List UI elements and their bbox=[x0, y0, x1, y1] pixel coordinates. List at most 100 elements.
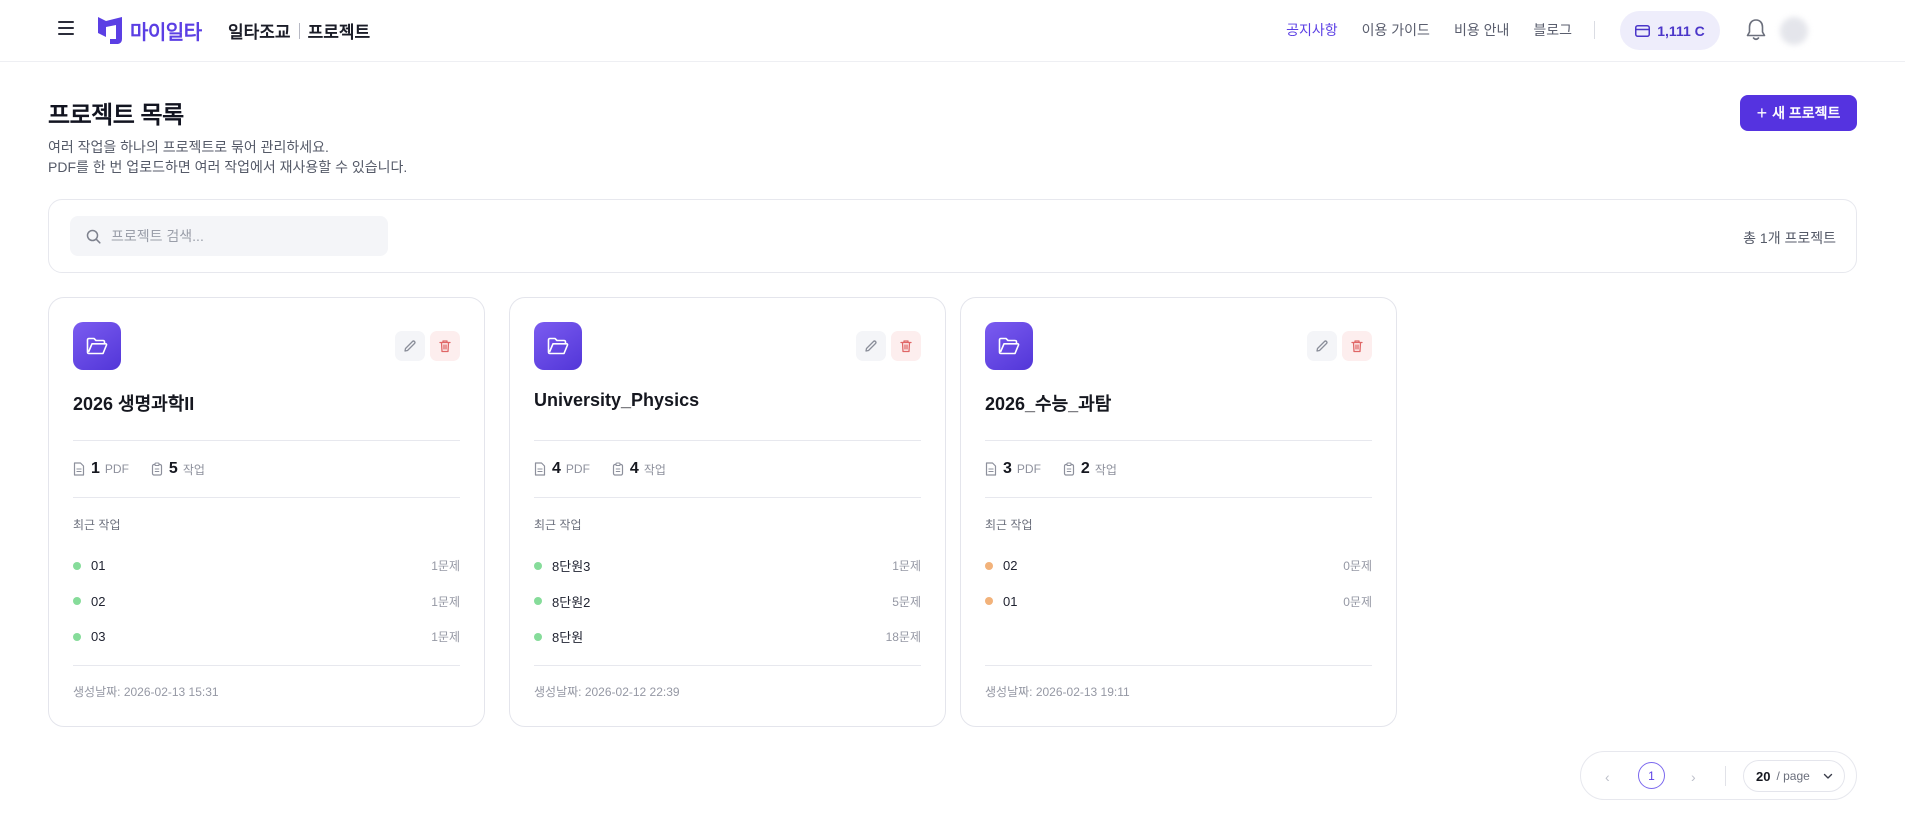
project-stats: 4 PDF 4 작업 bbox=[534, 460, 688, 478]
recent-task-row[interactable]: 8단원 18문제 bbox=[534, 619, 921, 655]
project-total: 총 1개 프로젝트 bbox=[1743, 230, 1836, 246]
recent-task-row[interactable]: 02 0문제 bbox=[985, 548, 1372, 584]
nav-guide[interactable]: 이용 가이드 bbox=[1362, 20, 1430, 40]
document-icon bbox=[73, 462, 85, 476]
recent-task-row[interactable]: 8단원2 5문제 bbox=[534, 584, 921, 620]
task-count: 2 bbox=[1080, 460, 1090, 477]
hamburger-icon[interactable] bbox=[58, 21, 74, 35]
recent-tasks-label: 최근 작업 bbox=[73, 518, 121, 532]
created-date: 생성날짜: 2026-02-13 19:11 bbox=[985, 685, 1130, 699]
avatar bbox=[1780, 17, 1808, 45]
task-question-count: 0문제 bbox=[1343, 559, 1372, 574]
project-stats: 1 PDF 5 작업 bbox=[73, 460, 227, 478]
pdf-count: 3 bbox=[1003, 460, 1012, 477]
description-line: PDF를 한 번 업로드하면 여러 작업에서 재사용할 수 있습니다. bbox=[48, 159, 408, 175]
recent-task-row[interactable]: 03 1문제 bbox=[73, 619, 460, 655]
task-question-count: 1문제 bbox=[431, 559, 460, 574]
project-card[interactable]: University_Physics 4 PDF 4 작업 최근 작업 8단원3… bbox=[509, 297, 946, 727]
page-size-value: 20 bbox=[1756, 768, 1771, 784]
divider bbox=[985, 440, 1372, 441]
recent-tasks-list: 02 0문제 01 0문제 bbox=[985, 548, 1372, 619]
folder-open-icon bbox=[534, 322, 582, 370]
created-date: 생성날짜: 2026-02-12 22:39 bbox=[534, 685, 680, 699]
divider bbox=[534, 497, 921, 498]
task-label: 작업 bbox=[643, 462, 666, 477]
pagination: ‹ 1 › 20 / page bbox=[1580, 751, 1857, 800]
card-icon bbox=[1635, 24, 1651, 37]
divider bbox=[534, 440, 921, 441]
breadcrumb-app[interactable]: 일타조교 bbox=[228, 18, 291, 43]
divider bbox=[73, 440, 460, 441]
divider bbox=[73, 497, 460, 498]
task-name: 8단원3 bbox=[552, 559, 591, 575]
trash-icon bbox=[1351, 340, 1363, 353]
recent-task-row[interactable]: 8단원3 1문제 bbox=[534, 548, 921, 584]
logo-mark-icon bbox=[98, 17, 122, 44]
created-date: 생성날짜: 2026-02-13 15:31 bbox=[73, 685, 219, 699]
task-name: 02 bbox=[91, 593, 106, 609]
task-name: 01 bbox=[91, 558, 106, 574]
next-page-icon[interactable]: › bbox=[1691, 769, 1696, 785]
recent-task-row[interactable]: 02 1문제 bbox=[73, 584, 460, 620]
task-name: 8단원2 bbox=[552, 594, 591, 610]
project-card[interactable]: 2026 생명과학II 1 PDF 5 작업 최근 작업 01 1문제 02 1… bbox=[48, 297, 485, 727]
search-panel: 총 1개 프로젝트 bbox=[48, 199, 1857, 273]
nav-notice[interactable]: 공지사항 bbox=[1286, 20, 1338, 40]
task-question-count: 1문제 bbox=[892, 559, 921, 574]
bell-icon[interactable] bbox=[1745, 18, 1767, 47]
project-title: 2026_수능_과탐 bbox=[985, 394, 1112, 414]
delete-button[interactable] bbox=[1342, 331, 1372, 361]
task-label: 작업 bbox=[1094, 462, 1117, 477]
pdf-stat: 1 PDF bbox=[73, 460, 129, 478]
recent-task-row[interactable]: 01 0문제 bbox=[985, 584, 1372, 620]
top-nav: 공지사항 이용 가이드 비용 안내 블로그 bbox=[1286, 20, 1572, 40]
nav-divider bbox=[1594, 21, 1595, 39]
task-name: 03 bbox=[91, 629, 106, 645]
breadcrumb-page: 프로젝트 bbox=[307, 23, 371, 42]
pencil-icon bbox=[1316, 340, 1328, 352]
edit-button[interactable] bbox=[395, 331, 425, 361]
task-question-count: 1문제 bbox=[431, 594, 460, 609]
status-dot bbox=[73, 632, 81, 641]
divider bbox=[985, 497, 1372, 498]
divider bbox=[985, 665, 1372, 666]
credit-amount: 1,111 C bbox=[1657, 22, 1705, 39]
user-profile[interactable] bbox=[1780, 14, 1854, 48]
clipboard-icon bbox=[151, 462, 163, 476]
pdf-label: PDF bbox=[104, 462, 129, 476]
search-input[interactable] bbox=[111, 228, 371, 244]
pagination-divider bbox=[1725, 766, 1726, 786]
nav-pricing[interactable]: 비용 안내 bbox=[1454, 20, 1509, 40]
page-button[interactable]: 1 bbox=[1638, 762, 1665, 789]
recent-tasks-label: 최근 작업 bbox=[534, 518, 582, 532]
pencil-icon bbox=[865, 340, 877, 352]
nav-blog[interactable]: 블로그 bbox=[1533, 20, 1572, 40]
top-header: 마이일타 일타조교 프로젝트 공지사항 이용 가이드 비용 안내 블로그 1,1… bbox=[0, 0, 1905, 62]
pdf-count: 4 bbox=[552, 460, 561, 477]
pdf-label: PDF bbox=[1016, 462, 1041, 476]
credit-badge[interactable]: 1,111 C bbox=[1620, 11, 1720, 50]
project-title: 2026 생명과학II bbox=[73, 394, 195, 414]
edit-button[interactable] bbox=[1307, 331, 1337, 361]
page-size-suffix: / page bbox=[1776, 769, 1810, 783]
pdf-stat: 3 PDF bbox=[985, 460, 1041, 478]
logo[interactable]: 마이일타 bbox=[96, 15, 202, 45]
divider bbox=[534, 665, 921, 666]
delete-button[interactable] bbox=[891, 331, 921, 361]
task-question-count: 1문제 bbox=[431, 630, 460, 645]
page-size-select[interactable]: 20 / page bbox=[1743, 760, 1845, 792]
search-box[interactable] bbox=[70, 216, 388, 256]
status-dot bbox=[534, 632, 542, 641]
folder-open-icon bbox=[73, 322, 121, 370]
pdf-stat: 4 PDF bbox=[534, 460, 590, 478]
pdf-count: 1 bbox=[91, 460, 100, 477]
recent-task-row[interactable]: 01 1문제 bbox=[73, 548, 460, 584]
edit-button[interactable] bbox=[856, 331, 886, 361]
prev-page-icon[interactable]: ‹ bbox=[1605, 769, 1610, 785]
new-project-button[interactable]: + 새 프로젝트 bbox=[1740, 95, 1857, 131]
delete-button[interactable] bbox=[430, 331, 460, 361]
document-icon bbox=[534, 462, 546, 476]
task-name: 01 bbox=[1003, 593, 1018, 609]
project-card[interactable]: 2026_수능_과탐 3 PDF 2 작업 최근 작업 02 0문제 01 0문… bbox=[960, 297, 1397, 727]
page-title: 프로젝트 목록 bbox=[48, 102, 184, 129]
